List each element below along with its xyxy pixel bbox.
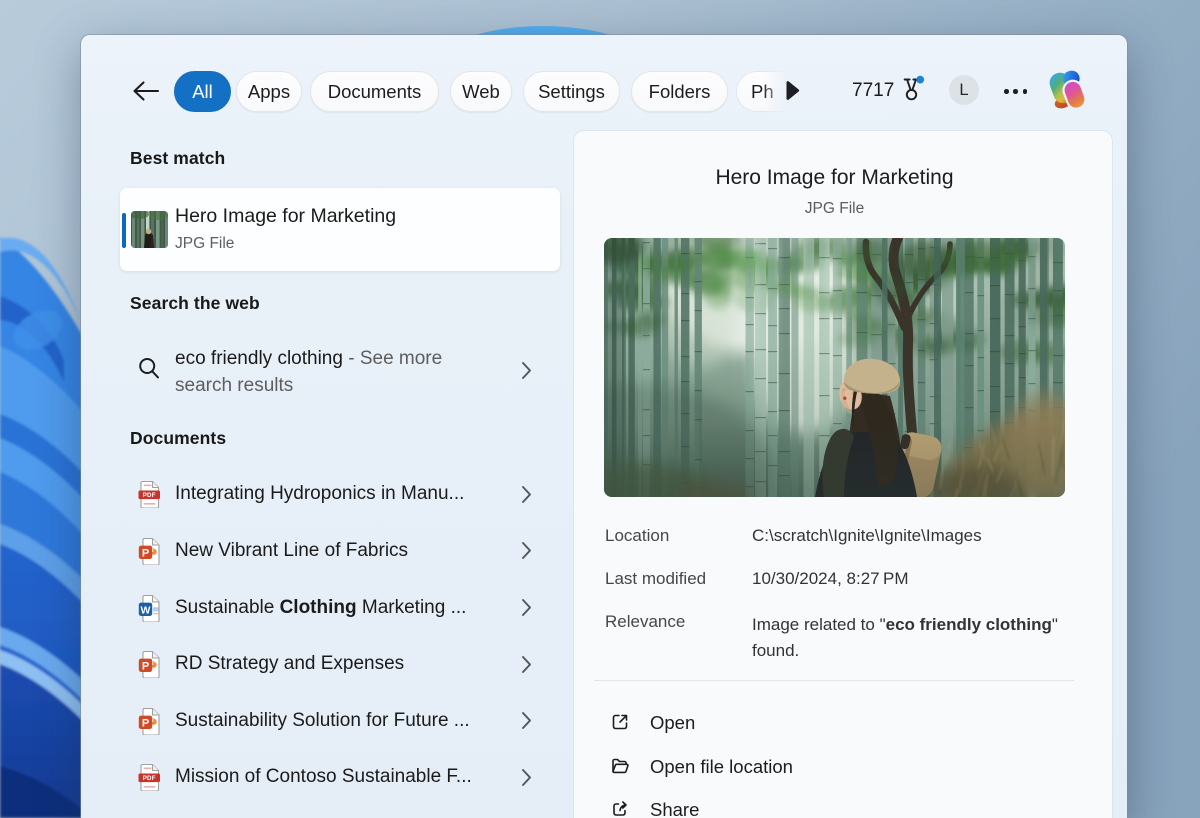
svg-text:PDF: PDF — [143, 492, 156, 499]
svg-text:W: W — [141, 604, 151, 616]
svg-text:P: P — [142, 547, 149, 559]
svg-text:P: P — [142, 660, 149, 672]
svg-text:P: P — [142, 717, 149, 729]
svg-text:PDF: PDF — [143, 775, 156, 782]
